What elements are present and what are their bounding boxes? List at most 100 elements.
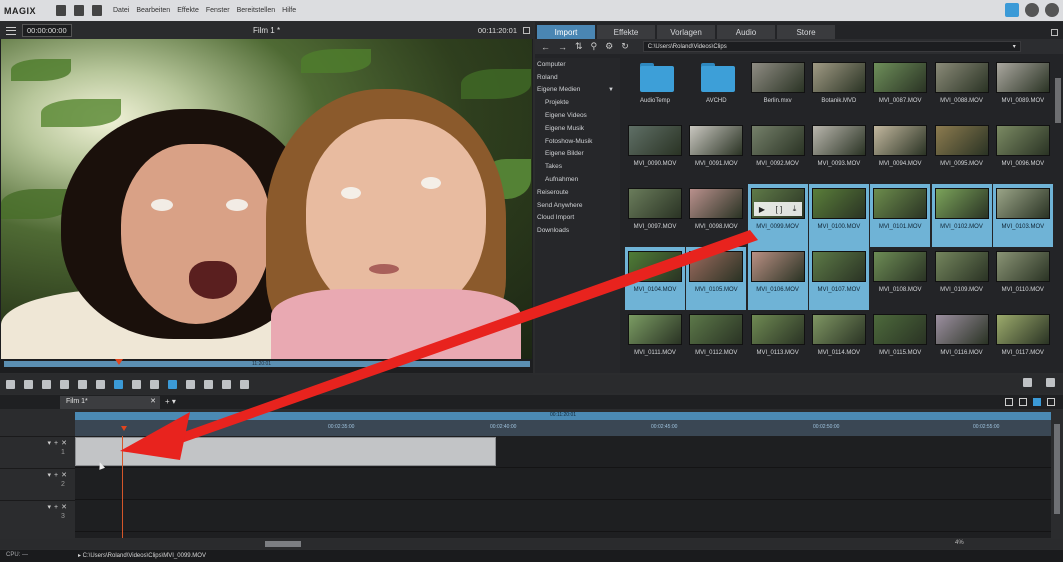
forward-icon[interactable]: → bbox=[558, 42, 567, 52]
media-file[interactable]: MVI_0097.MOV bbox=[625, 184, 685, 247]
tab-import[interactable]: Import bbox=[537, 25, 595, 39]
track-header[interactable]: ▾+✕ 1 bbox=[0, 436, 75, 467]
media-file[interactable]: MVI_0101.MOV bbox=[870, 184, 931, 247]
trim-icon[interactable]: [ ] bbox=[776, 205, 783, 214]
mixer-icon[interactable] bbox=[1046, 378, 1055, 387]
pointer-tool-icon[interactable] bbox=[168, 379, 177, 389]
media-file[interactable]: MVI_0111.MOV bbox=[625, 310, 685, 373]
maximize-icon[interactable] bbox=[523, 27, 530, 34]
tree-item[interactable]: Computer bbox=[535, 58, 620, 71]
upload-icon[interactable] bbox=[1045, 3, 1059, 17]
folder-item[interactable]: AVCHD bbox=[686, 58, 746, 121]
tree-item[interactable]: Downloads bbox=[535, 224, 620, 237]
view-multicam-icon[interactable] bbox=[1047, 398, 1055, 406]
timeline-horizontal-scrollbar[interactable]: 4% bbox=[0, 539, 1063, 549]
view-scene-icon[interactable] bbox=[1019, 398, 1027, 406]
video-clip[interactable] bbox=[75, 437, 496, 466]
stretch-tool-icon[interactable] bbox=[222, 379, 231, 389]
delete-icon[interactable] bbox=[42, 379, 51, 389]
tree-item[interactable]: Eigene Videos bbox=[535, 109, 620, 122]
redo-icon[interactable] bbox=[24, 379, 33, 389]
media-file[interactable]: MVI_0114.MOV bbox=[809, 310, 869, 373]
undo-icon[interactable] bbox=[6, 379, 15, 389]
tree-item[interactable]: Roland bbox=[535, 71, 620, 84]
maximize-icon[interactable] bbox=[1051, 29, 1058, 36]
media-file[interactable]: MVI_0106.MOV bbox=[747, 247, 808, 310]
zoom-level[interactable]: 4% bbox=[955, 540, 964, 546]
new-file-icon[interactable] bbox=[56, 5, 66, 16]
media-file[interactable]: MVI_0103.MOV bbox=[992, 184, 1053, 247]
media-file[interactable]: MVI_0098.MOV bbox=[686, 184, 746, 247]
media-file[interactable]: MVI_0095.MOV bbox=[932, 121, 992, 184]
media-pool-scrollbar[interactable] bbox=[1055, 58, 1061, 370]
tree-item[interactable]: Takes bbox=[535, 160, 620, 173]
view-timeline-icon[interactable] bbox=[1033, 398, 1041, 406]
media-file[interactable]: MVI_0117.MOV bbox=[993, 310, 1053, 373]
search-icon[interactable]: ⚲ bbox=[591, 41, 598, 52]
tree-item[interactable]: Eigene Bilder bbox=[535, 148, 620, 161]
media-file[interactable]: MVI_0096.MOV bbox=[993, 121, 1053, 184]
tab-effects[interactable]: Effekte bbox=[597, 25, 655, 39]
menu-effects[interactable]: Effekte bbox=[177, 7, 199, 14]
tree-item[interactable]: Fotoshow-Musik bbox=[535, 135, 620, 148]
menu-window[interactable]: Fenster bbox=[206, 7, 230, 14]
tree-item[interactable]: Eigene Medien ▼ bbox=[535, 84, 620, 97]
tree-item[interactable]: Cloud Import bbox=[535, 212, 620, 225]
scrollbar-thumb[interactable] bbox=[265, 541, 301, 547]
title-icon[interactable] bbox=[60, 379, 69, 389]
media-file[interactable]: MVI_0107.MOV bbox=[808, 247, 869, 310]
media-file[interactable]: MVI_0092.MOV bbox=[748, 121, 808, 184]
playhead-marker[interactable] bbox=[121, 426, 127, 431]
record-icon[interactable] bbox=[1025, 3, 1039, 17]
media-file[interactable]: MVI_0089.MOV bbox=[993, 58, 1053, 121]
media-file[interactable]: MVI_0112.MOV bbox=[686, 310, 746, 373]
media-file[interactable]: MVI_0104.MOV bbox=[625, 247, 685, 310]
download-icon[interactable]: ⤓ bbox=[793, 204, 797, 214]
tree-item[interactable]: Send Anywhere bbox=[535, 199, 620, 212]
menu-help[interactable]: Hilfe bbox=[282, 7, 296, 14]
video-preview[interactable] bbox=[1, 39, 532, 359]
tree-toggle-icon[interactable]: ⇅ bbox=[575, 41, 583, 52]
tab-templates[interactable]: Vorlagen bbox=[657, 25, 715, 39]
media-file[interactable]: MVI_0087.MOV bbox=[870, 58, 930, 121]
chevron-down-icon[interactable]: ▼ bbox=[608, 87, 614, 93]
media-file[interactable]: MVI_0090.MOV bbox=[625, 121, 685, 184]
view-storyboard-icon[interactable] bbox=[1005, 398, 1013, 406]
tab-store[interactable]: Store bbox=[777, 25, 835, 39]
open-folder-icon[interactable] bbox=[74, 5, 84, 16]
back-icon[interactable]: ← bbox=[541, 42, 550, 52]
tab-film-1[interactable]: Film 1* ✕ bbox=[60, 396, 160, 409]
track-header[interactable]: ▾+✕ 2 bbox=[0, 468, 75, 499]
save-icon[interactable] bbox=[92, 5, 102, 16]
workspace-icon[interactable] bbox=[1005, 3, 1019, 17]
scrubber-marker[interactable] bbox=[115, 359, 123, 365]
media-file[interactable]: Berlin.mxv bbox=[748, 58, 808, 121]
menu-file[interactable]: Datei bbox=[113, 7, 129, 14]
chevron-down-icon[interactable]: ▾ bbox=[1013, 43, 1016, 50]
play-icon[interactable]: ▶ bbox=[759, 205, 765, 214]
split-icon[interactable] bbox=[96, 379, 105, 389]
media-file[interactable]: MVI_0113.MOV bbox=[748, 310, 808, 373]
timeline-ruler[interactable]: 00:11:20:01 00:02:35:00 00:02:40:00 00:0… bbox=[75, 412, 1051, 436]
media-file[interactable]: MVI_0091.MOV bbox=[686, 121, 746, 184]
media-file[interactable]: MVI_0109.MOV bbox=[932, 247, 992, 310]
close-icon[interactable]: ✕ bbox=[150, 397, 156, 405]
media-file[interactable]: MVI_0108.MOV bbox=[870, 247, 930, 310]
tree-item[interactable]: Eigene Musik bbox=[535, 122, 620, 135]
range-tool-icon[interactable] bbox=[186, 379, 195, 389]
media-file[interactable]: MVI_0100.MOV bbox=[808, 184, 869, 247]
media-file[interactable]: MVI_0115.MOV bbox=[870, 310, 930, 373]
ungroup-icon[interactable] bbox=[150, 379, 159, 389]
track-header[interactable]: ▾+✕ 3 bbox=[0, 500, 75, 531]
menu-share[interactable]: Bereitstellen bbox=[237, 7, 276, 14]
path-input[interactable]: C:\Users\Roland\Videos\Clips ▾ bbox=[642, 41, 1021, 52]
marker-icon[interactable] bbox=[78, 379, 87, 389]
media-file[interactable]: MVI_0102.MOV bbox=[931, 184, 992, 247]
add-tab-icon[interactable]: + ▾ bbox=[165, 397, 176, 406]
refresh-icon[interactable]: ↻ bbox=[621, 41, 629, 52]
media-file[interactable]: MVI_0093.MOV bbox=[809, 121, 869, 184]
playhead-line[interactable] bbox=[122, 436, 123, 538]
tree-item[interactable]: Reiseroute bbox=[535, 186, 620, 199]
media-file[interactable]: MVI_0088.MOV bbox=[932, 58, 992, 121]
gear-icon[interactable]: ⚙ bbox=[605, 41, 613, 52]
